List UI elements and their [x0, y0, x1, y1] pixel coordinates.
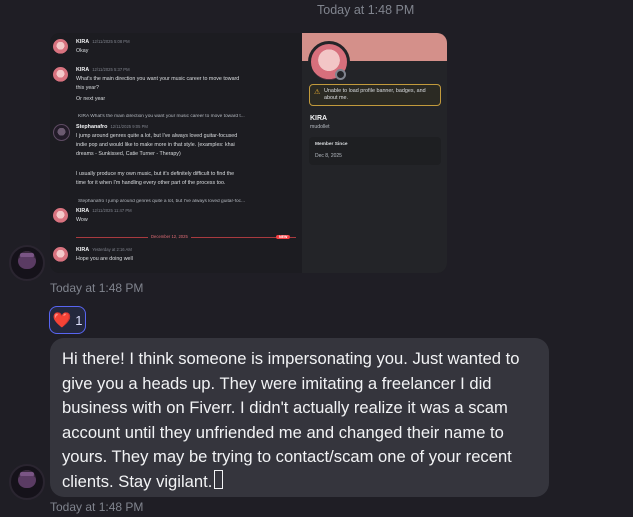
- user-avatar[interactable]: [9, 245, 45, 281]
- avatar: [53, 247, 68, 262]
- message-text: dreams - Sunkissed, Catie Turner - Thera…: [76, 151, 181, 157]
- reply-preview: KIRA What's the main direction you want …: [78, 114, 245, 119]
- message-text: time for it when I'm handling every othe…: [76, 180, 226, 186]
- timestamp: Today at 1:48 PM: [50, 281, 144, 295]
- status-indicator: [335, 69, 346, 80]
- message-text: I jump around genres quite a lot, but I'…: [76, 133, 238, 139]
- member-since-label: Member Since: [315, 142, 348, 147]
- reaction-count: 1: [75, 312, 83, 328]
- message-author: KIRA Yesterday at 2:16 AM: [76, 247, 132, 253]
- heart-icon: ❤️: [52, 311, 72, 329]
- new-badge: NEW: [276, 235, 291, 239]
- profile-username: mudollet: [310, 124, 330, 130]
- avatar: [53, 124, 70, 141]
- message-text: Okay: [76, 48, 89, 54]
- message-text: Wow: [76, 217, 88, 223]
- warning-icon: ⚠: [314, 89, 321, 96]
- message-author: KIRA 12/11/2025 5:37 PM: [76, 67, 130, 73]
- member-since-card: Member Since Dec 8, 2025: [309, 137, 441, 165]
- reaction-heart[interactable]: ❤️ 1: [49, 306, 86, 334]
- message-text: I usually produce my own music, but it's…: [76, 171, 235, 177]
- avatar: [53, 67, 68, 82]
- profile-warning: ⚠ Unable to load profile banner, badges,…: [309, 84, 441, 106]
- message-bubble[interactable]: Hi there! I think someone is impersonati…: [50, 338, 549, 497]
- message-author: Stephanafro 12/11/2025 9:05 PM: [76, 124, 148, 130]
- message-text: What's the main direction you want your …: [76, 76, 240, 82]
- message-text: Hi there! I think someone is impersonati…: [62, 349, 520, 491]
- reply-preview: Stephanafro I jump around genres quite a…: [78, 199, 246, 204]
- message-text: indie pop and would like to make more in…: [76, 142, 235, 148]
- screenshot-profile-panel: ⚠ Unable to load profile banner, badges,…: [302, 33, 447, 273]
- message-text: Hope you are doing well: [76, 256, 133, 262]
- message-author: KIRA 12/11/2025 5:08 PM: [76, 39, 130, 45]
- avatar: [53, 39, 68, 54]
- timestamp: Today at 1:48 PM: [50, 500, 144, 514]
- profile-name: KIRA: [310, 115, 328, 122]
- message-author: KIRA 12/11/2025 11:47 PM: [76, 208, 132, 214]
- date-divider-label: December 12, 2025: [148, 234, 191, 239]
- member-since-date: Dec 8, 2025: [315, 153, 342, 159]
- user-avatar[interactable]: [9, 464, 45, 500]
- screenshot-attachment[interactable]: KIRA 12/11/2025 5:08 PM Okay KIRA 12/11/20…: [50, 33, 447, 273]
- timestamp-top: Today at 1:48 PM: [317, 3, 415, 17]
- message-text: Or next year: [76, 96, 106, 102]
- unknown-glyph-icon: [214, 469, 224, 489]
- avatar: [53, 208, 68, 223]
- screenshot-chat-panel: KIRA 12/11/2025 5:08 PM Okay KIRA 12/11/20…: [50, 33, 302, 273]
- message-text: this year?: [76, 85, 99, 91]
